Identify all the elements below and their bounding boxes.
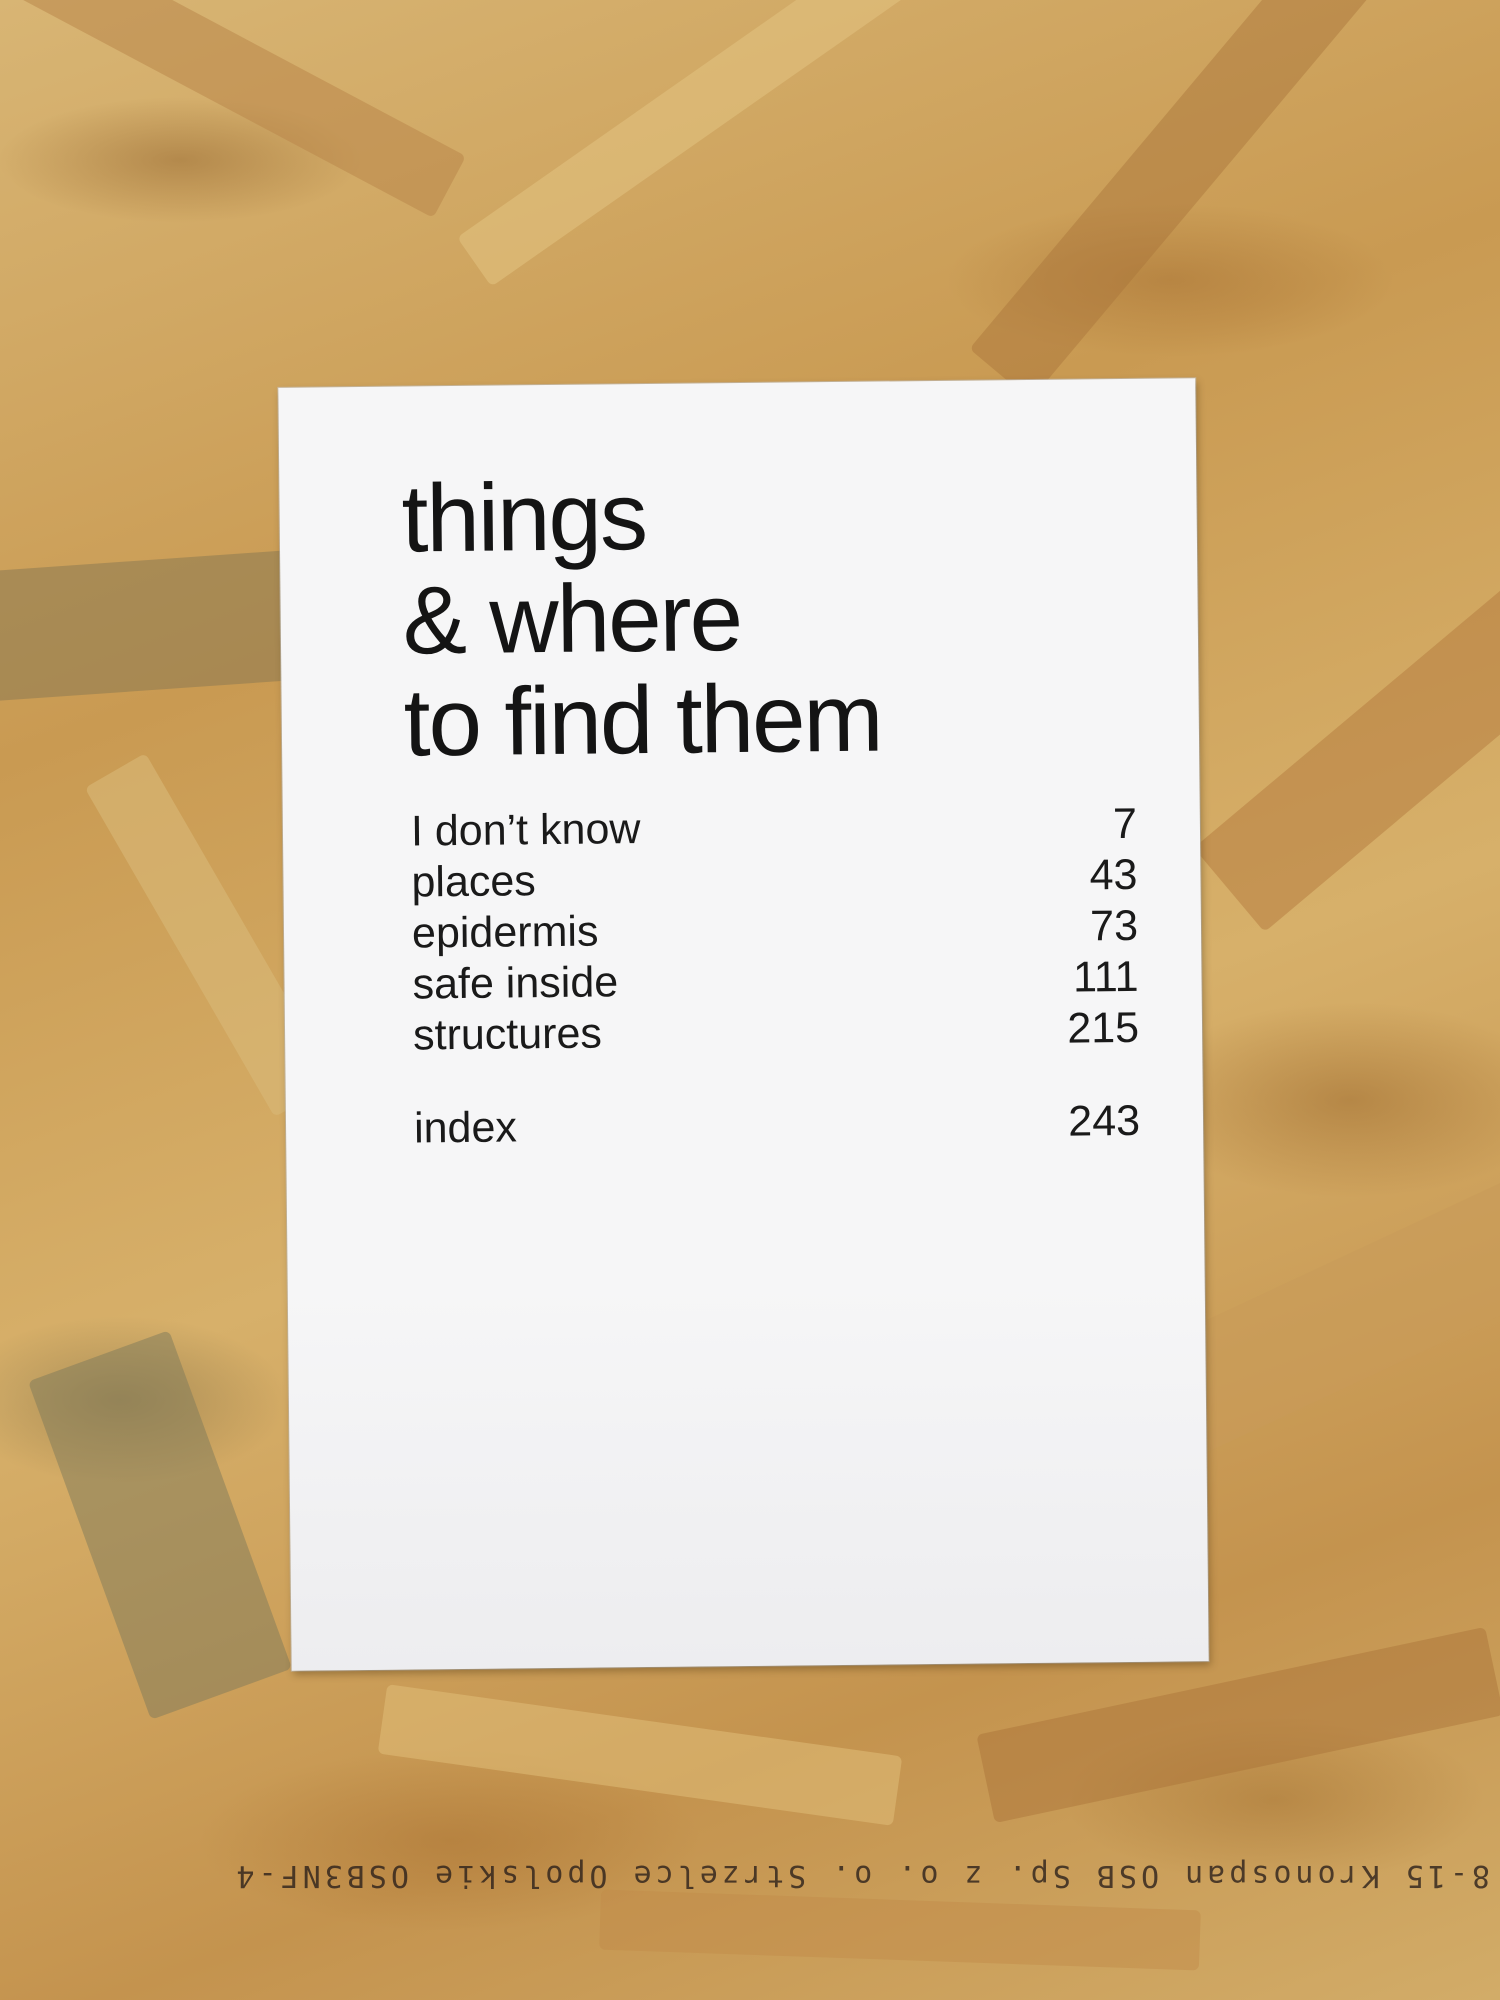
toc-row: safe inside 111 bbox=[412, 952, 1138, 1011]
title-line: & where bbox=[402, 564, 742, 675]
booklet-title: things & where to find them bbox=[401, 462, 882, 777]
toc-row-index: index 243 bbox=[414, 1096, 1140, 1155]
toc-label: epidermis bbox=[411, 907, 599, 958]
toc-page-number: 215 bbox=[1067, 1003, 1140, 1053]
toc-page-number: 243 bbox=[1068, 1096, 1141, 1146]
wood-strand bbox=[1193, 577, 1500, 933]
toc-label: places bbox=[411, 857, 537, 907]
wood-strand bbox=[0, 0, 466, 218]
booklet-contents-page: things & where to find them I don’t know… bbox=[278, 378, 1209, 1671]
wood-strand bbox=[969, 0, 1391, 401]
toc-row: epidermis 73 bbox=[412, 901, 1138, 960]
toc-label: index bbox=[413, 1103, 518, 1153]
board-stamp-text: 8-15 Kronospan OSB Sp. z o. o. Strzelce … bbox=[232, 1858, 1490, 1893]
wood-strand bbox=[457, 0, 983, 287]
toc-page-number: 111 bbox=[1072, 952, 1139, 1002]
table-of-contents: I don’t know 7 places 43 epidermis 73 sa… bbox=[411, 799, 1141, 1155]
toc-label: I don’t know bbox=[410, 805, 641, 856]
wood-strand bbox=[27, 1330, 293, 1720]
wood-strand bbox=[377, 1684, 903, 1826]
toc-row: I don’t know 7 bbox=[411, 799, 1137, 858]
toc-label: structures bbox=[412, 1009, 603, 1060]
toc-page-number: 43 bbox=[1089, 850, 1138, 900]
title-line: to find them bbox=[403, 664, 882, 777]
toc-row: places 43 bbox=[411, 850, 1137, 909]
toc-label: safe inside bbox=[412, 958, 619, 1009]
title-line: things bbox=[401, 462, 647, 573]
wood-strand bbox=[599, 1889, 1201, 1971]
toc-row: structures 215 bbox=[413, 1003, 1139, 1062]
wood-strand bbox=[1154, 1166, 1500, 1454]
toc-page-number: 7 bbox=[1112, 799, 1138, 849]
osb-board-background: 8-15 Kronospan OSB Sp. z o. o. Strzelce … bbox=[0, 0, 1500, 2000]
toc-page-number: 73 bbox=[1089, 901, 1139, 951]
